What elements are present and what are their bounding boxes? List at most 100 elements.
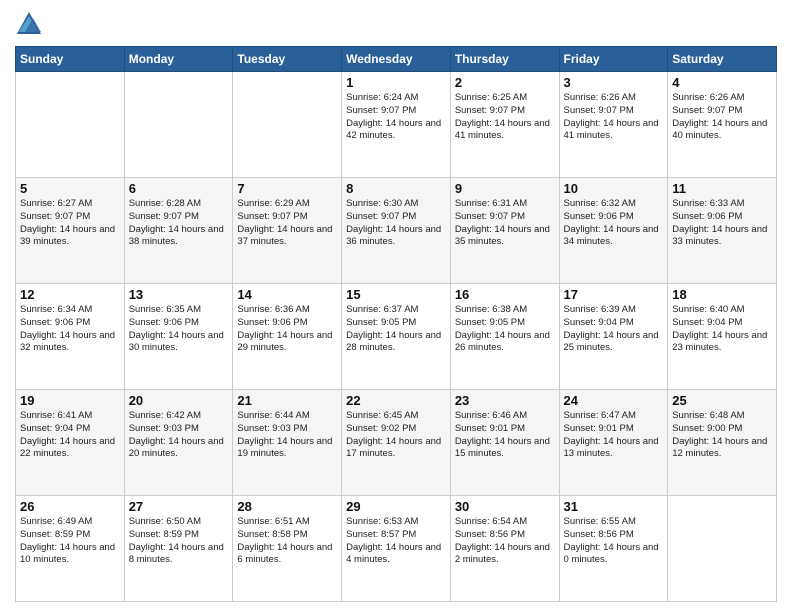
day-number: 10 [564, 181, 664, 196]
day-number: 9 [455, 181, 555, 196]
weekday-header-friday: Friday [559, 47, 668, 72]
calendar-cell: 7 Sunrise: 6:29 AMSunset: 9:07 PMDayligh… [233, 178, 342, 284]
day-detail: Sunrise: 6:38 AMSunset: 9:05 PMDaylight:… [455, 304, 555, 355]
day-number: 21 [237, 393, 337, 408]
day-number: 17 [564, 287, 664, 302]
calendar-table: SundayMondayTuesdayWednesdayThursdayFrid… [15, 46, 777, 602]
day-detail: Sunrise: 6:49 AMSunset: 8:59 PMDaylight:… [20, 516, 120, 567]
weekday-header-sunday: Sunday [16, 47, 125, 72]
day-detail: Sunrise: 6:29 AMSunset: 9:07 PMDaylight:… [237, 198, 337, 249]
calendar-cell: 2 Sunrise: 6:25 AMSunset: 9:07 PMDayligh… [450, 72, 559, 178]
week-row-1: 1 Sunrise: 6:24 AMSunset: 9:07 PMDayligh… [16, 72, 777, 178]
calendar-cell: 26 Sunrise: 6:49 AMSunset: 8:59 PMDaylig… [16, 496, 125, 602]
day-number: 7 [237, 181, 337, 196]
weekday-header-tuesday: Tuesday [233, 47, 342, 72]
week-row-5: 26 Sunrise: 6:49 AMSunset: 8:59 PMDaylig… [16, 496, 777, 602]
calendar-cell: 23 Sunrise: 6:46 AMSunset: 9:01 PMDaylig… [450, 390, 559, 496]
calendar-cell: 10 Sunrise: 6:32 AMSunset: 9:06 PMDaylig… [559, 178, 668, 284]
weekday-header-wednesday: Wednesday [342, 47, 451, 72]
day-detail: Sunrise: 6:34 AMSunset: 9:06 PMDaylight:… [20, 304, 120, 355]
calendar-cell: 6 Sunrise: 6:28 AMSunset: 9:07 PMDayligh… [124, 178, 233, 284]
day-number: 14 [237, 287, 337, 302]
day-number: 13 [129, 287, 229, 302]
calendar-cell: 15 Sunrise: 6:37 AMSunset: 9:05 PMDaylig… [342, 284, 451, 390]
calendar-cell: 21 Sunrise: 6:44 AMSunset: 9:03 PMDaylig… [233, 390, 342, 496]
day-number: 1 [346, 75, 446, 90]
day-number: 6 [129, 181, 229, 196]
day-detail: Sunrise: 6:26 AMSunset: 9:07 PMDaylight:… [564, 92, 664, 143]
day-detail: Sunrise: 6:32 AMSunset: 9:06 PMDaylight:… [564, 198, 664, 249]
day-detail: Sunrise: 6:26 AMSunset: 9:07 PMDaylight:… [672, 92, 772, 143]
day-detail: Sunrise: 6:39 AMSunset: 9:04 PMDaylight:… [564, 304, 664, 355]
day-number: 8 [346, 181, 446, 196]
day-detail: Sunrise: 6:53 AMSunset: 8:57 PMDaylight:… [346, 516, 446, 567]
logo-icon [15, 10, 43, 38]
calendar-cell: 27 Sunrise: 6:50 AMSunset: 8:59 PMDaylig… [124, 496, 233, 602]
logo [15, 10, 47, 38]
day-detail: Sunrise: 6:35 AMSunset: 9:06 PMDaylight:… [129, 304, 229, 355]
day-number: 16 [455, 287, 555, 302]
calendar-cell [233, 72, 342, 178]
calendar-cell: 8 Sunrise: 6:30 AMSunset: 9:07 PMDayligh… [342, 178, 451, 284]
day-detail: Sunrise: 6:51 AMSunset: 8:58 PMDaylight:… [237, 516, 337, 567]
calendar-cell: 28 Sunrise: 6:51 AMSunset: 8:58 PMDaylig… [233, 496, 342, 602]
day-number: 15 [346, 287, 446, 302]
calendar-cell: 24 Sunrise: 6:47 AMSunset: 9:01 PMDaylig… [559, 390, 668, 496]
calendar-cell: 1 Sunrise: 6:24 AMSunset: 9:07 PMDayligh… [342, 72, 451, 178]
calendar-cell: 14 Sunrise: 6:36 AMSunset: 9:06 PMDaylig… [233, 284, 342, 390]
weekday-header-row: SundayMondayTuesdayWednesdayThursdayFrid… [16, 47, 777, 72]
day-detail: Sunrise: 6:30 AMSunset: 9:07 PMDaylight:… [346, 198, 446, 249]
calendar-cell [124, 72, 233, 178]
day-detail: Sunrise: 6:33 AMSunset: 9:06 PMDaylight:… [672, 198, 772, 249]
day-detail: Sunrise: 6:31 AMSunset: 9:07 PMDaylight:… [455, 198, 555, 249]
calendar-cell: 22 Sunrise: 6:45 AMSunset: 9:02 PMDaylig… [342, 390, 451, 496]
calendar-cell: 16 Sunrise: 6:38 AMSunset: 9:05 PMDaylig… [450, 284, 559, 390]
day-detail: Sunrise: 6:24 AMSunset: 9:07 PMDaylight:… [346, 92, 446, 143]
calendar-cell: 19 Sunrise: 6:41 AMSunset: 9:04 PMDaylig… [16, 390, 125, 496]
day-detail: Sunrise: 6:28 AMSunset: 9:07 PMDaylight:… [129, 198, 229, 249]
day-number: 4 [672, 75, 772, 90]
day-number: 28 [237, 499, 337, 514]
day-detail: Sunrise: 6:46 AMSunset: 9:01 PMDaylight:… [455, 410, 555, 461]
day-detail: Sunrise: 6:37 AMSunset: 9:05 PMDaylight:… [346, 304, 446, 355]
day-detail: Sunrise: 6:45 AMSunset: 9:02 PMDaylight:… [346, 410, 446, 461]
day-detail: Sunrise: 6:40 AMSunset: 9:04 PMDaylight:… [672, 304, 772, 355]
day-number: 2 [455, 75, 555, 90]
day-detail: Sunrise: 6:25 AMSunset: 9:07 PMDaylight:… [455, 92, 555, 143]
calendar-cell: 9 Sunrise: 6:31 AMSunset: 9:07 PMDayligh… [450, 178, 559, 284]
calendar-cell: 12 Sunrise: 6:34 AMSunset: 9:06 PMDaylig… [16, 284, 125, 390]
day-number: 22 [346, 393, 446, 408]
day-number: 20 [129, 393, 229, 408]
calendar-cell: 13 Sunrise: 6:35 AMSunset: 9:06 PMDaylig… [124, 284, 233, 390]
day-number: 11 [672, 181, 772, 196]
calendar-cell: 17 Sunrise: 6:39 AMSunset: 9:04 PMDaylig… [559, 284, 668, 390]
day-number: 29 [346, 499, 446, 514]
calendar-cell: 18 Sunrise: 6:40 AMSunset: 9:04 PMDaylig… [668, 284, 777, 390]
calendar-cell: 20 Sunrise: 6:42 AMSunset: 9:03 PMDaylig… [124, 390, 233, 496]
calendar-cell: 30 Sunrise: 6:54 AMSunset: 8:56 PMDaylig… [450, 496, 559, 602]
header [15, 10, 777, 38]
calendar-cell: 29 Sunrise: 6:53 AMSunset: 8:57 PMDaylig… [342, 496, 451, 602]
calendar-cell: 4 Sunrise: 6:26 AMSunset: 9:07 PMDayligh… [668, 72, 777, 178]
calendar-cell: 3 Sunrise: 6:26 AMSunset: 9:07 PMDayligh… [559, 72, 668, 178]
day-number: 3 [564, 75, 664, 90]
calendar-cell: 25 Sunrise: 6:48 AMSunset: 9:00 PMDaylig… [668, 390, 777, 496]
day-number: 26 [20, 499, 120, 514]
weekday-header-saturday: Saturday [668, 47, 777, 72]
day-detail: Sunrise: 6:48 AMSunset: 9:00 PMDaylight:… [672, 410, 772, 461]
week-row-4: 19 Sunrise: 6:41 AMSunset: 9:04 PMDaylig… [16, 390, 777, 496]
day-detail: Sunrise: 6:50 AMSunset: 8:59 PMDaylight:… [129, 516, 229, 567]
day-detail: Sunrise: 6:41 AMSunset: 9:04 PMDaylight:… [20, 410, 120, 461]
weekday-header-thursday: Thursday [450, 47, 559, 72]
day-number: 24 [564, 393, 664, 408]
calendar-cell: 31 Sunrise: 6:55 AMSunset: 8:56 PMDaylig… [559, 496, 668, 602]
calendar-cell [668, 496, 777, 602]
day-number: 19 [20, 393, 120, 408]
day-detail: Sunrise: 6:47 AMSunset: 9:01 PMDaylight:… [564, 410, 664, 461]
day-number: 5 [20, 181, 120, 196]
page: SundayMondayTuesdayWednesdayThursdayFrid… [0, 0, 792, 612]
day-detail: Sunrise: 6:36 AMSunset: 9:06 PMDaylight:… [237, 304, 337, 355]
day-number: 23 [455, 393, 555, 408]
week-row-2: 5 Sunrise: 6:27 AMSunset: 9:07 PMDayligh… [16, 178, 777, 284]
calendar-cell [16, 72, 125, 178]
